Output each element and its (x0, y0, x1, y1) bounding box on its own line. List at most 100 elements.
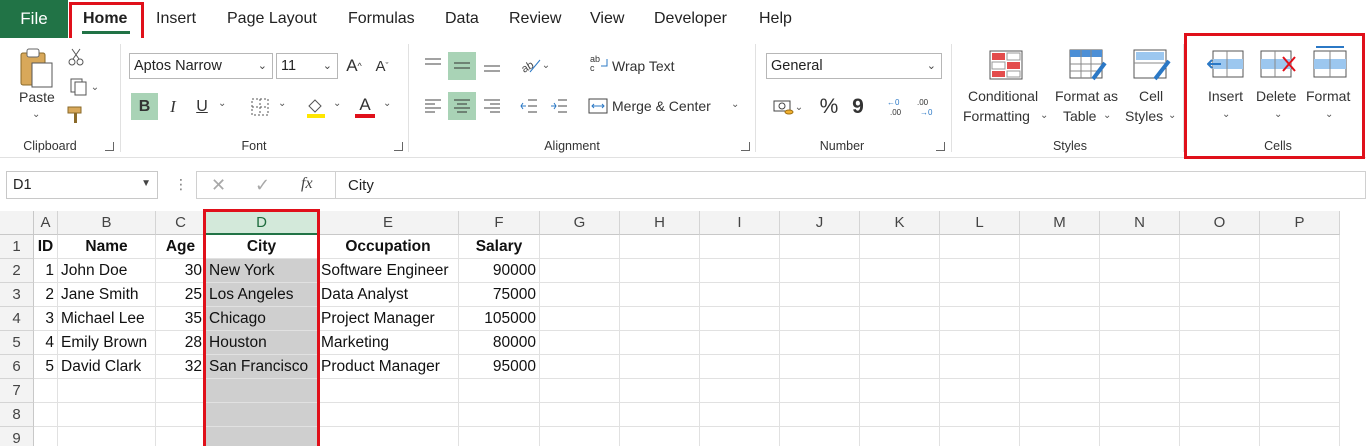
cell-styles-chevron-icon[interactable]: ⌄ (1168, 110, 1176, 121)
tab-page-layout[interactable]: Page Layout (227, 0, 317, 38)
cell-o9[interactable] (1180, 427, 1260, 446)
cell-l4[interactable] (940, 307, 1020, 331)
cell-n4[interactable] (1100, 307, 1180, 331)
cell-p8[interactable] (1260, 403, 1340, 427)
cell-c7[interactable] (156, 379, 206, 403)
cell-m5[interactable] (1020, 331, 1100, 355)
row-header-1[interactable]: 1 (0, 235, 34, 259)
confirm-entry-icon[interactable]: ✓ (255, 175, 270, 196)
percent-button[interactable]: % (817, 93, 841, 121)
wrap-text-icon[interactable]: ab c (588, 50, 610, 76)
cell-l5[interactable] (940, 331, 1020, 355)
cell-f5[interactable]: 80000 (459, 331, 540, 355)
cell-l1[interactable] (940, 235, 1020, 259)
cell-l6[interactable] (940, 355, 1020, 379)
cell-p7[interactable] (1260, 379, 1340, 403)
decrease-decimal-icon[interactable]: .00 →0 (914, 93, 938, 121)
cell-f4[interactable]: 105000 (459, 307, 540, 331)
cell-a5[interactable]: 4 (34, 331, 58, 355)
cell-o6[interactable] (1180, 355, 1260, 379)
cell-b7[interactable] (58, 379, 156, 403)
cell-l8[interactable] (940, 403, 1020, 427)
cell-a3[interactable]: 2 (34, 283, 58, 307)
merge-center-icon[interactable] (586, 93, 610, 119)
cell-f8[interactable] (459, 403, 540, 427)
row-header-8[interactable]: 8 (0, 403, 34, 427)
number-launcher-icon[interactable] (936, 142, 945, 151)
cell-g9[interactable] (540, 427, 620, 446)
cell-f9[interactable] (459, 427, 540, 446)
insert-function-icon[interactable]: fx (301, 175, 313, 193)
cell-b5[interactable]: Emily Brown (58, 331, 156, 355)
cell-b9[interactable] (58, 427, 156, 446)
font-color-button[interactable]: A (352, 93, 378, 120)
cell-i9[interactable] (700, 427, 780, 446)
tab-developer[interactable]: Developer (654, 0, 727, 38)
cell-styles-label-1[interactable]: Cell (1139, 88, 1163, 104)
cell-h1[interactable] (620, 235, 700, 259)
tab-file[interactable]: File (0, 0, 68, 38)
cell-e5[interactable]: Marketing (318, 331, 459, 355)
cell-o8[interactable] (1180, 403, 1260, 427)
column-header-i[interactable]: I (700, 211, 780, 235)
cell-k5[interactable] (860, 331, 940, 355)
top-align-icon[interactable] (420, 52, 446, 78)
cell-j8[interactable] (780, 403, 860, 427)
font-size-combo[interactable]: 11 ⌄ (276, 53, 338, 79)
cell-n5[interactable] (1100, 331, 1180, 355)
column-header-c[interactable]: C (156, 211, 206, 235)
cell-m3[interactable] (1020, 283, 1100, 307)
cell-g5[interactable] (540, 331, 620, 355)
cell-h8[interactable] (620, 403, 700, 427)
cell-i1[interactable] (700, 235, 780, 259)
cell-a7[interactable] (34, 379, 58, 403)
paste-label[interactable]: Paste (19, 89, 55, 105)
cell-i8[interactable] (700, 403, 780, 427)
cell-f7[interactable] (459, 379, 540, 403)
tab-review[interactable]: Review (509, 0, 561, 38)
merge-center-chevron-icon[interactable]: ⌄ (731, 99, 739, 110)
column-header-a[interactable]: A (34, 211, 58, 235)
cell-a4[interactable]: 3 (34, 307, 58, 331)
increase-decimal-icon[interactable]: ←0.00 (884, 93, 908, 121)
cell-p1[interactable] (1260, 235, 1340, 259)
cell-k7[interactable] (860, 379, 940, 403)
number-format-chevron-icon[interactable]: ⌄ (927, 59, 936, 72)
orientation-icon[interactable]: ab ⌄ (516, 52, 554, 78)
cell-c3[interactable]: 25 (156, 283, 206, 307)
align-right-icon[interactable] (479, 93, 505, 119)
cell-l3[interactable] (940, 283, 1020, 307)
cell-j5[interactable] (780, 331, 860, 355)
cell-h4[interactable] (620, 307, 700, 331)
cell-e4[interactable]: Project Manager (318, 307, 459, 331)
cell-k4[interactable] (860, 307, 940, 331)
cell-b3[interactable]: Jane Smith (58, 283, 156, 307)
font-size-chevron-icon[interactable]: ⌄ (323, 59, 332, 72)
cell-o1[interactable] (1180, 235, 1260, 259)
cell-j9[interactable] (780, 427, 860, 446)
row-header-6[interactable]: 6 (0, 355, 34, 379)
cell-j1[interactable] (780, 235, 860, 259)
column-header-h[interactable]: H (620, 211, 700, 235)
tab-view[interactable]: View (590, 0, 624, 38)
cell-a6[interactable]: 5 (34, 355, 58, 379)
cell-g8[interactable] (540, 403, 620, 427)
cell-c4[interactable]: 35 (156, 307, 206, 331)
cell-j3[interactable] (780, 283, 860, 307)
borders-chevron-icon[interactable]: ⌄ (278, 98, 286, 109)
row-header-7[interactable]: 7 (0, 379, 34, 403)
cell-m1[interactable] (1020, 235, 1100, 259)
italic-button[interactable]: I (161, 93, 185, 120)
cell-f3[interactable]: 75000 (459, 283, 540, 307)
cell-g7[interactable] (540, 379, 620, 403)
format-as-table-label-2[interactable]: Table (1063, 108, 1096, 124)
cell-m2[interactable] (1020, 259, 1100, 283)
cell-n9[interactable] (1100, 427, 1180, 446)
conditional-formatting-label-2[interactable]: Formatting (963, 108, 1030, 124)
cell-f6[interactable]: 95000 (459, 355, 540, 379)
cell-j4[interactable] (780, 307, 860, 331)
middle-align-icon[interactable] (448, 52, 476, 80)
cell-b2[interactable]: John Doe (58, 259, 156, 283)
column-header-b[interactable]: B (58, 211, 156, 235)
cell-i2[interactable] (700, 259, 780, 283)
